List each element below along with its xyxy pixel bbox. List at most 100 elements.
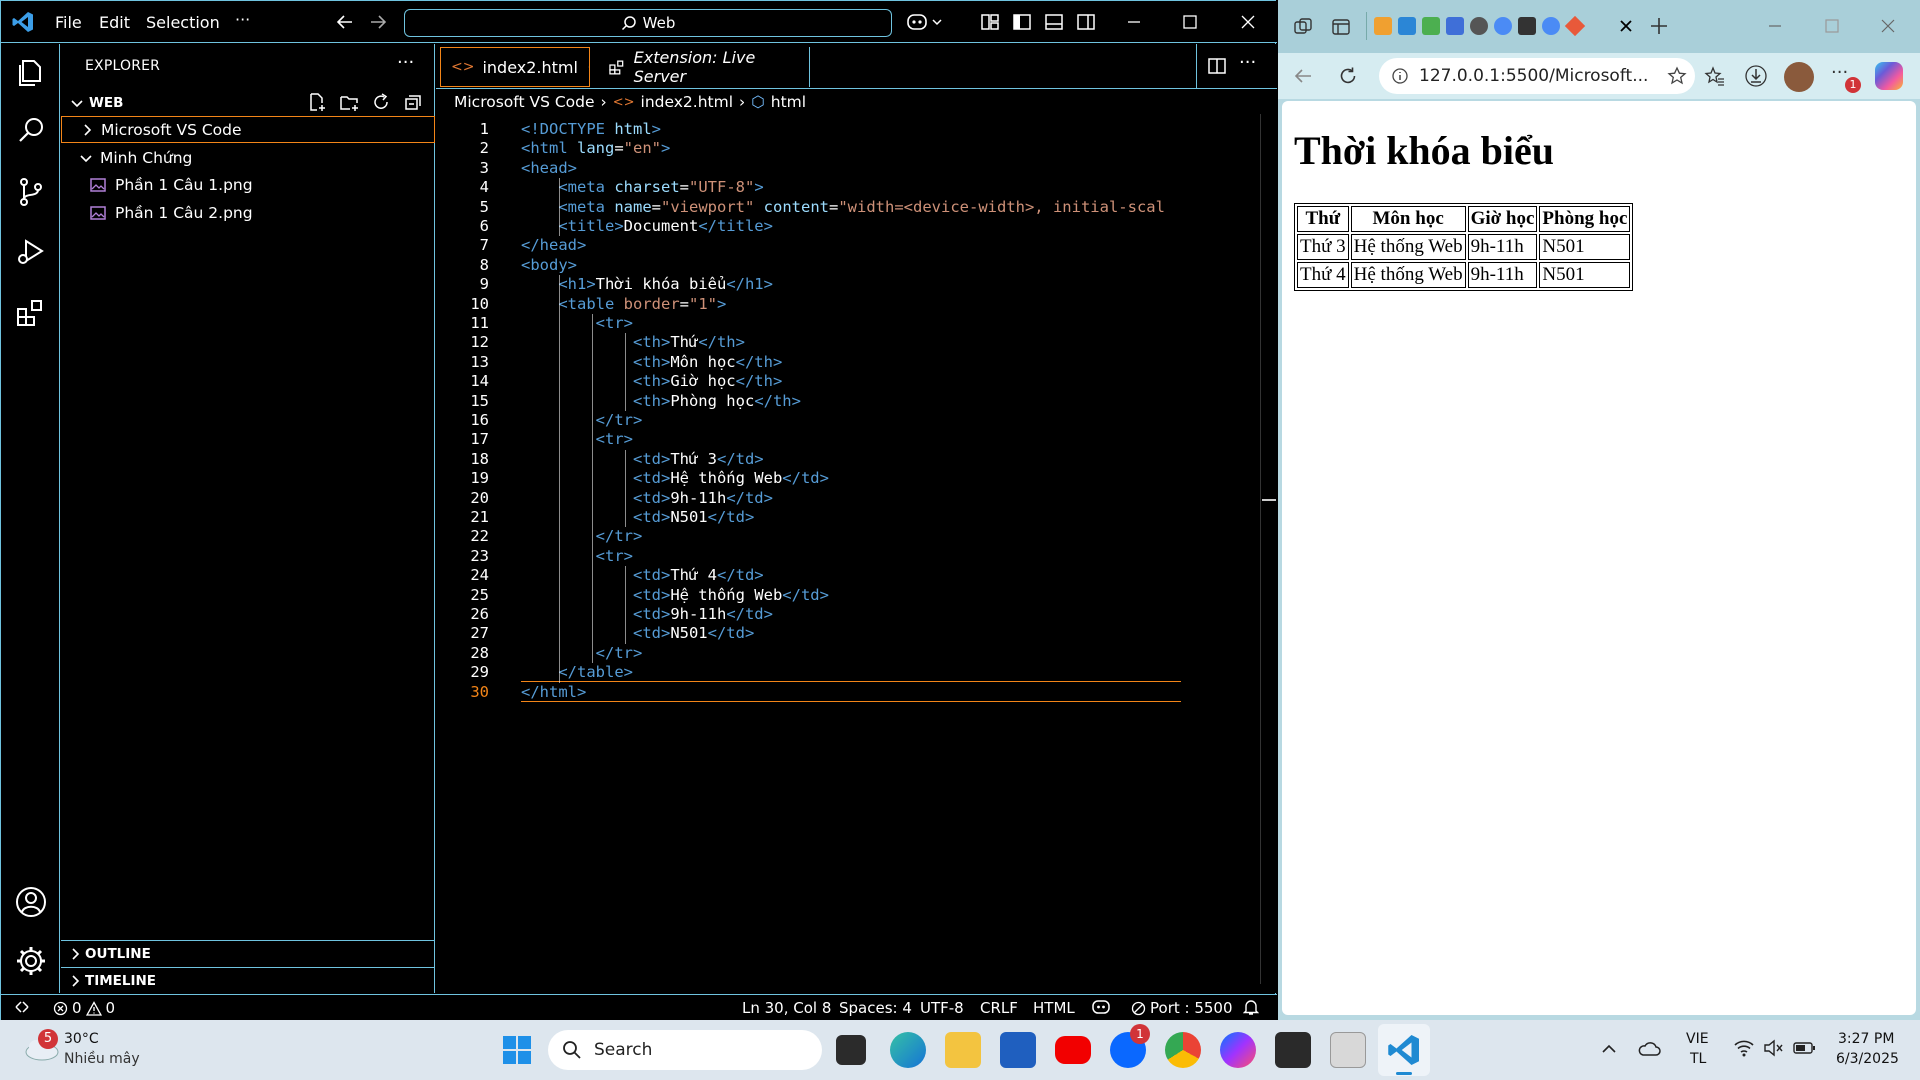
code-line[interactable]: <meta charset="UTF-8"> xyxy=(521,178,763,196)
task-view-icon[interactable] xyxy=(836,1035,866,1065)
code-line[interactable]: <tr> xyxy=(521,314,633,332)
command-center-search[interactable]: Web xyxy=(404,9,892,37)
tab-favicon-vscode-icon[interactable] xyxy=(1398,17,1416,35)
new-tab-icon[interactable] xyxy=(1648,15,1670,37)
address-bar[interactable]: 127.0.0.1:5500/Microsoft... xyxy=(1379,58,1695,94)
minimize-icon[interactable] xyxy=(1765,16,1785,36)
tab-favicon-icon[interactable] xyxy=(1422,17,1440,35)
messenger-icon[interactable] xyxy=(1220,1032,1256,1068)
search-icon[interactable] xyxy=(14,114,48,148)
input-method[interactable]: TL xyxy=(1690,1051,1706,1067)
code-line[interactable]: <th>Giờ học</th> xyxy=(521,372,782,390)
code-line[interactable]: <tr> xyxy=(521,547,633,565)
tree-file-phan1-cau2[interactable]: Phần 1 Câu 2.png xyxy=(61,199,435,226)
menu-edit[interactable]: Edit xyxy=(99,13,130,32)
code-line[interactable]: </tr> xyxy=(521,644,643,662)
refresh-icon[interactable] xyxy=(1337,65,1359,87)
solitaire-icon[interactable] xyxy=(1330,1032,1366,1068)
explorer-icon[interactable] xyxy=(14,55,48,89)
close-tab-icon[interactable] xyxy=(1618,18,1634,34)
vscode-taskbar-active[interactable] xyxy=(1378,1024,1430,1076)
profile-avatar[interactable] xyxy=(1784,62,1814,92)
menu-file[interactable]: File xyxy=(55,13,82,32)
downloads-icon[interactable] xyxy=(1743,63,1769,89)
clock-date[interactable]: 6/3/2025 xyxy=(1836,1051,1899,1067)
tab-favicon-search-icon[interactable] xyxy=(1494,17,1512,35)
code-line[interactable]: </head> xyxy=(521,236,586,254)
code-line[interactable]: <head> xyxy=(521,159,577,177)
code-line[interactable]: <td>Hệ thống Web</td> xyxy=(521,586,829,604)
input-language[interactable]: VIE xyxy=(1686,1031,1709,1047)
pinned-tabs[interactable] xyxy=(1374,15,1586,37)
tab-live-server[interactable]: Extension: Live Server xyxy=(596,47,810,87)
workspaces-icon[interactable] xyxy=(1292,16,1314,38)
code-line[interactable]: <!DOCTYPE html> xyxy=(521,120,661,138)
notifications-bell-icon[interactable] xyxy=(1243,999,1259,1016)
code-line[interactable]: </tr> xyxy=(521,527,643,545)
code-line[interactable]: </table> xyxy=(521,663,633,681)
outline-section[interactable]: OUTLINE xyxy=(61,940,435,967)
wifi-icon[interactable] xyxy=(1733,1038,1755,1058)
scrollbar-track[interactable] xyxy=(1260,114,1261,984)
code-line[interactable]: <td>Hệ thống Web</td> xyxy=(521,469,829,487)
settings-gear-icon[interactable] xyxy=(14,944,48,978)
run-debug-icon[interactable] xyxy=(14,235,48,269)
workspace-header[interactable]: WEB xyxy=(61,89,435,116)
code-line[interactable]: <th>Thứ</th> xyxy=(521,333,745,351)
cursor-position[interactable]: Ln 30, Col 8 xyxy=(742,999,831,1017)
remote-indicator-icon[interactable] xyxy=(13,998,31,1016)
split-editor-icon[interactable] xyxy=(1207,56,1227,76)
close-window-icon[interactable] xyxy=(1237,11,1259,33)
customize-layout-icon[interactable] xyxy=(979,11,1001,33)
tree-file-phan1-cau1[interactable]: Phần 1 Câu 1.png xyxy=(61,171,435,198)
end-of-line[interactable]: CRLF xyxy=(980,999,1018,1017)
code-line[interactable]: <th>Môn học</th> xyxy=(521,353,782,371)
chrome-icon[interactable] xyxy=(1165,1032,1201,1068)
back-arrow-icon[interactable] xyxy=(334,11,356,33)
copilot-icon[interactable] xyxy=(1875,62,1903,90)
temperature[interactable]: 30°C xyxy=(64,1031,99,1047)
battery-icon[interactable] xyxy=(1792,1039,1816,1057)
forward-arrow-icon[interactable] xyxy=(367,11,389,33)
new-folder-icon[interactable] xyxy=(338,91,360,113)
menu-selection[interactable]: Selection xyxy=(146,13,220,32)
collapse-all-icon[interactable] xyxy=(402,91,424,113)
minimize-icon[interactable] xyxy=(1123,11,1145,33)
start-windows-icon[interactable] xyxy=(502,1035,532,1065)
favorites-icon[interactable] xyxy=(1704,65,1726,87)
file-explorer-icon[interactable] xyxy=(945,1032,981,1068)
code-editor[interactable]: 1 <!DOCTYPE html> 2 <html lang="en"> 3 <head>… xyxy=(436,114,1277,984)
info-icon[interactable] xyxy=(1391,67,1409,85)
code-line[interactable]: <td>N501</td> xyxy=(521,508,754,526)
explorer-more-actions-icon[interactable]: ··· xyxy=(397,52,414,73)
tab-favicon-icon[interactable] xyxy=(1518,17,1536,35)
timeline-section[interactable]: TIMELINE xyxy=(61,967,435,994)
encoding[interactable]: UTF-8 xyxy=(920,999,964,1017)
microsoft-store-icon[interactable] xyxy=(1000,1032,1036,1068)
language-mode[interactable]: HTML xyxy=(1033,999,1075,1017)
favorite-star-icon[interactable] xyxy=(1667,66,1687,86)
tree-folder-minh-chung[interactable]: Minh Chứng xyxy=(61,144,435,171)
toggle-panel-icon[interactable] xyxy=(1043,11,1065,33)
toggle-secondary-sidebar-icon[interactable] xyxy=(1075,11,1097,33)
tab-favicon-github-icon[interactable] xyxy=(1470,17,1488,35)
edge-app-icon[interactable] xyxy=(890,1032,926,1068)
tab-favicon-git-icon[interactable] xyxy=(1564,15,1586,37)
code-line[interactable]: <td>Thứ 3</td> xyxy=(521,450,764,468)
code-line[interactable]: <meta name="viewport" content="width=<de… xyxy=(521,198,1165,216)
code-line[interactable]: <html lang="en"> xyxy=(521,139,670,157)
new-file-icon[interactable] xyxy=(306,91,328,113)
code-line[interactable]: <body> xyxy=(521,256,577,274)
maximize-icon[interactable] xyxy=(1179,11,1201,33)
breadcrumb-symbol[interactable]: html xyxy=(771,93,806,111)
close-window-icon[interactable] xyxy=(1878,16,1898,36)
code-line[interactable]: <table border="1"> xyxy=(521,295,726,313)
close-tab-icon[interactable] xyxy=(588,59,589,75)
copilot-icon[interactable] xyxy=(906,11,946,33)
breadcrumb-file[interactable]: index2.html xyxy=(641,93,734,111)
youtube-icon[interactable] xyxy=(1055,1036,1091,1064)
volume-muted-icon[interactable] xyxy=(1762,1038,1784,1058)
tab-index2-html[interactable]: <> index2.html xyxy=(440,47,590,87)
clock-time[interactable]: 3:27 PM xyxy=(1838,1031,1894,1047)
problems-indicator[interactable]: 0 0 xyxy=(53,999,115,1017)
